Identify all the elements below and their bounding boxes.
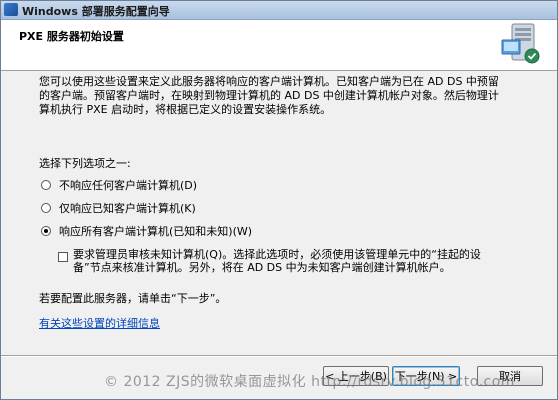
- radio-label: 仅响应已知客户端计算机(K): [59, 202, 196, 215]
- server-wizard-icon: [501, 23, 540, 64]
- window-title: Windows 部署服务配置向导: [22, 5, 170, 18]
- radio-button-selected[interactable]: [41, 226, 51, 236]
- wizard-window: Windows 部署服务配置向导 PXE 服务器初始设置 您可以使用这些设置来定…: [0, 0, 558, 400]
- page-title: PXE 服务器初始设置: [19, 30, 124, 43]
- approval-checkbox-label: 要求管理员审核未知计算机(Q)。选择此选项时，必须使用该管理单元中的“挂起的设备…: [73, 248, 481, 274]
- wizard-content: 您可以使用这些设置来定义此服务器将响应的客户端计算机。已知客户端为已在 AD D…: [1, 71, 557, 355]
- radio-label: 响应所有客户端计算机(已知和未知)(W): [59, 225, 253, 238]
- footer-divider-highlight: [1, 356, 557, 357]
- details-link[interactable]: 有关这些设置的详细信息: [39, 315, 160, 331]
- wizard-header: PXE 服务器初始设置: [1, 20, 557, 71]
- radio-known-only[interactable]: 仅响应已知客户端计算机(K): [41, 200, 196, 216]
- instruction-text: 若要配置此服务器，请单击“下一步”。: [39, 292, 227, 305]
- radio-button[interactable]: [41, 180, 51, 190]
- approval-checkbox[interactable]: [58, 252, 68, 262]
- choose-label: 选择下列选项之一:: [39, 157, 131, 170]
- radio-all-clients[interactable]: 响应所有客户端计算机(已知和未知)(W): [41, 223, 252, 239]
- cancel-button[interactable]: 取消: [477, 366, 543, 386]
- radio-no-response[interactable]: 不响应任何客户端计算机(D): [41, 177, 197, 193]
- back-button[interactable]: < 上一步(B): [323, 366, 389, 386]
- intro-text: 您可以使用这些设置来定义此服务器将响应的客户端计算机。已知客户端为已在 AD D…: [39, 75, 499, 116]
- radio-label: 不响应任何客户端计算机(D): [59, 179, 198, 192]
- title-bar[interactable]: Windows 部署服务配置向导: [1, 1, 557, 20]
- windows-logo-icon: [4, 3, 18, 16]
- radio-button[interactable]: [41, 203, 51, 213]
- next-button[interactable]: 下一步(N) >: [392, 366, 460, 386]
